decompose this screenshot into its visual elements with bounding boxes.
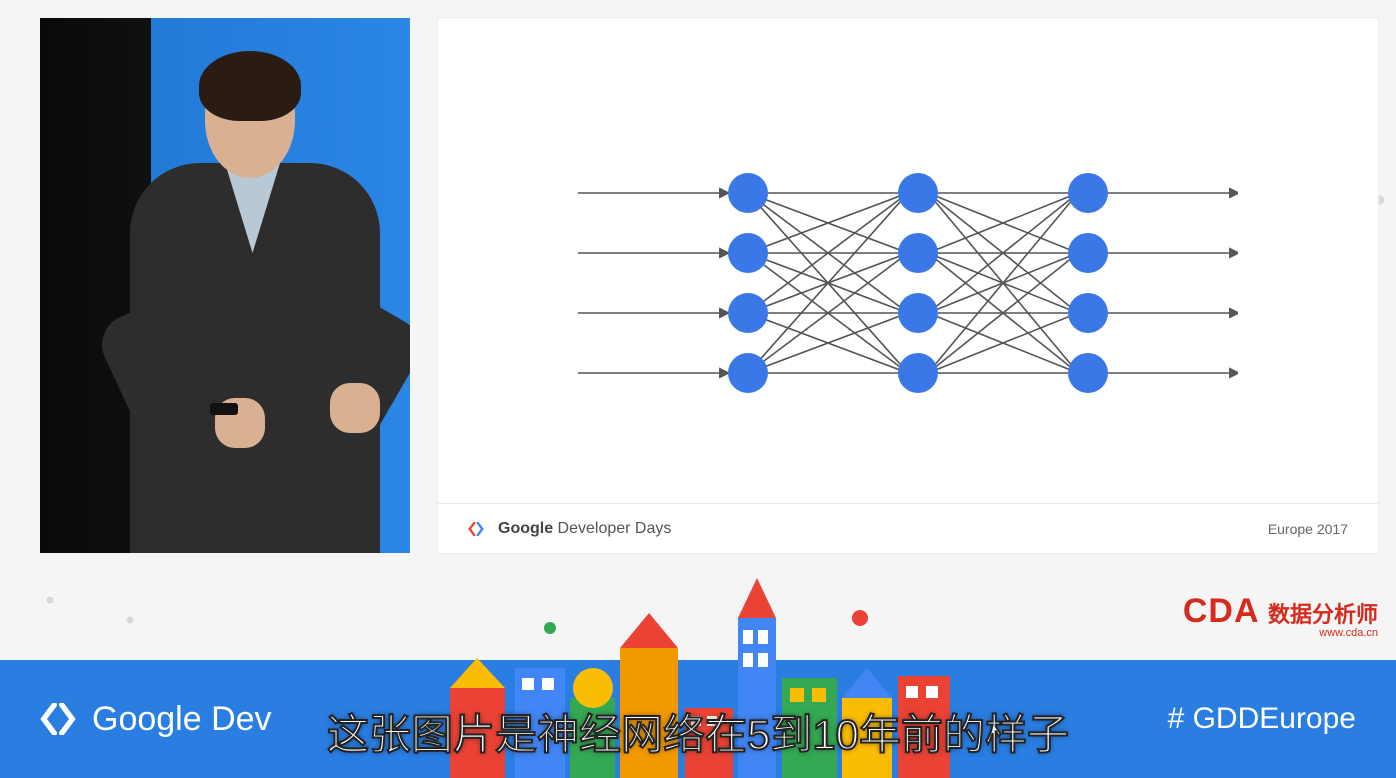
- video-subtitle: 这张图片是神经网络在5到10年前的样子: [327, 701, 1069, 762]
- cda-logo-text: CDA: [1183, 592, 1260, 631]
- presentation-slide: Google Developer Days Europe 2017: [438, 18, 1378, 553]
- slide-footer-right: Europe 2017: [1268, 521, 1348, 537]
- speaker-video: [40, 18, 410, 553]
- gdd-logo-icon: [468, 522, 484, 536]
- slide-footer-brand: Google Developer Days: [498, 520, 671, 538]
- lower-third-left: Google Dev: [40, 700, 272, 739]
- slide-footer: Google Developer Days Europe 2017: [438, 503, 1378, 553]
- neural-network-diagram: [578, 163, 1238, 403]
- cda-watermark: CDA 数据分析师 www.cda.cn: [1183, 592, 1378, 639]
- lower-third-brand: Google Dev: [92, 700, 272, 739]
- cda-cn-text: 数据分析师: [1268, 597, 1378, 629]
- slide-footer-brand-rest: Developer Days: [553, 520, 671, 537]
- gdd-logo-icon: [40, 703, 76, 735]
- lower-third-hashtag: # GDDEurope: [1168, 702, 1356, 736]
- slide-footer-brand-bold: Google: [498, 520, 553, 537]
